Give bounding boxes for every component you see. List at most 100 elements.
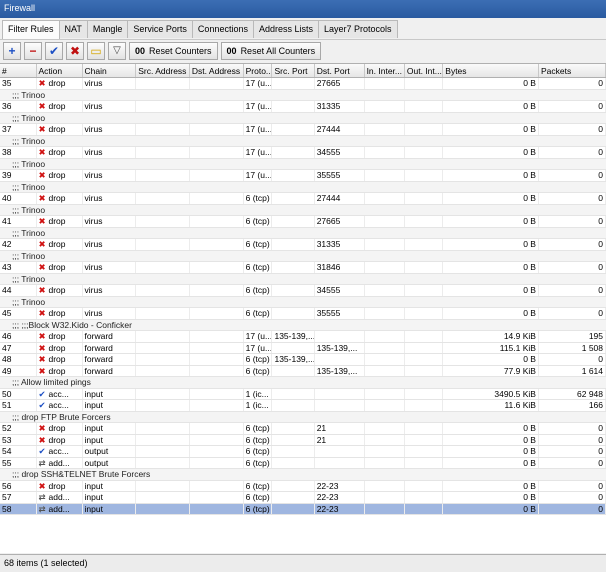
comment-row[interactable]: ;;; Trinoo (0, 227, 606, 239)
table-row[interactable]: 45 ✖ drop virus 6 (tcp) 35555 0 B0 (0, 308, 606, 320)
comment-row[interactable]: ;;; Trinoo (0, 89, 606, 101)
cell-out (405, 170, 444, 181)
cell-dst (190, 365, 244, 376)
table-row[interactable]: 43 ✖ drop virus 6 (tcp) 31846 0 B0 (0, 262, 606, 274)
column-header[interactable]: Packets (539, 64, 606, 77)
counter-icon: 00 (135, 45, 146, 56)
column-header[interactable]: Src. Address (136, 64, 190, 77)
table-row[interactable]: 50 ✔ acc... input 1 (ic... 3490.5 KiB 62 948 (0, 388, 606, 400)
comment-row[interactable]: ;;; Trinoo (0, 135, 606, 147)
action-label: acc... (48, 446, 69, 456)
column-header[interactable]: Action (37, 64, 83, 77)
comment-button[interactable]: ▭ (87, 41, 105, 60)
comment-row[interactable]: ;;; Allow limited pings (0, 377, 606, 389)
x-icon: ✖ (38, 239, 46, 249)
table-row[interactable]: 49 ✖ drop forward 6 (tcp) 135-139,... 77.9 KiB… (0, 365, 606, 377)
tab-nat[interactable]: NAT (58, 20, 88, 38)
cell-in (365, 170, 405, 181)
cell-src (136, 308, 190, 319)
cell-chain: input (83, 434, 137, 445)
cell-sport (272, 480, 315, 491)
cell-chain: virus (83, 308, 137, 319)
cell-in (365, 388, 405, 399)
cell-in (365, 457, 405, 468)
table-row[interactable]: 47 ✖ drop forward 17 (u... 135-139,... 115.1 K… (0, 342, 606, 354)
column-header[interactable]: Proto... (244, 64, 273, 77)
reset-counters-button[interactable]: 00 Reset Counters (129, 41, 218, 60)
rules-table[interactable]: # Action Chain Src. Address Dst. Address Prot… (0, 63, 606, 553)
cell-dst (190, 423, 244, 434)
tab-filter-rules[interactable]: Filter Rules (2, 20, 60, 39)
rule-comment: ;;; Trinoo (12, 135, 46, 146)
cell-bytes: 0 B (443, 446, 539, 457)
table-row[interactable]: 40 ✖ drop virus 6 (tcp) 27444 0 B0 (0, 193, 606, 205)
remove-button[interactable]: − (24, 41, 42, 60)
cell-chain: input (83, 503, 137, 514)
tab-service-ports[interactable]: Service Ports (127, 20, 193, 38)
table-row[interactable]: 57 ⇄ add... input 6 (tcp) 22-23 0 B0 (0, 492, 606, 504)
filter-button[interactable]: ▽ (108, 41, 126, 60)
tab-connections[interactable]: Connections (191, 20, 254, 38)
table-row[interactable]: 38 ✖ drop virus 17 (u... 34555 0 B0 (0, 147, 606, 159)
column-header[interactable]: Chain (83, 64, 137, 77)
table-row[interactable]: 52 ✖ drop input 6 (tcp) 21 0 B0 (0, 423, 606, 435)
comment-row[interactable]: ;;; Trinoo (0, 273, 606, 285)
cell-dport: 34555 (315, 147, 365, 158)
table-row[interactable]: 39 ✖ drop virus 17 (u... 35555 0 B0 (0, 170, 606, 182)
comment-row[interactable]: ;;; Trinoo (0, 204, 606, 216)
cell-packets: 0 (539, 480, 606, 491)
cell-dst (190, 239, 244, 250)
tab-layer7-protocols[interactable]: Layer7 Protocols (318, 20, 398, 38)
action-label: drop (48, 262, 66, 272)
cell-src (136, 170, 190, 181)
table-row[interactable]: 41 ✖ drop virus 6 (tcp) 27665 0 B0 (0, 216, 606, 228)
table-row[interactable]: 56 ✖ drop input 6 (tcp) 22-23 0 B0 (0, 480, 606, 492)
table-row[interactable]: 53 ✖ drop input 6 (tcp) 21 0 B0 (0, 434, 606, 446)
column-header[interactable]: Dst. Port (315, 64, 365, 77)
comment-row[interactable]: ;;; drop SSH&TELNET Brute Forcers (0, 469, 606, 481)
table-row[interactable]: 58 ⇄ add... input 6 (tcp) 22-23 0 B0 (0, 503, 606, 515)
table-body: 35 ✖ drop virus 17 (u... 27665 0 B 0;;; Trinoo 3… (0, 78, 606, 515)
table-row[interactable]: 44 ✖ drop virus 6 (tcp) 34555 0 B0 (0, 285, 606, 297)
cell-action: ✖ drop (37, 342, 83, 353)
tab-mangle[interactable]: Mangle (86, 20, 129, 38)
cell-n: 46 (0, 331, 37, 342)
table-row[interactable]: 51 ✔ acc... input 1 (ic... 11.6 KiB 166 (0, 400, 606, 412)
table-row[interactable]: 55 ⇄ add... output 6 (tcp) 0 B0 (0, 457, 606, 469)
add-button[interactable]: + (3, 41, 21, 60)
table-row[interactable]: 36 ✖ drop virus 17 (u... 31335 0 B0 (0, 101, 606, 113)
column-header[interactable]: Dst. Address (190, 64, 244, 77)
column-header[interactable]: Out. Int... (405, 64, 444, 77)
table-row[interactable]: 48 ✖ drop forward 6 (tcp) 135-139,... 0 B0 (0, 354, 606, 366)
table-row[interactable]: 37 ✖ drop virus 17 (u... 27444 0 B0 (0, 124, 606, 136)
table-row[interactable]: 46 ✖ drop forward 17 (u... 135-139,... 14.9 Ki… (0, 331, 606, 343)
comment-row[interactable]: ;;; Trinoo (0, 158, 606, 170)
cell-in (365, 101, 405, 112)
rule-comment: ;;; ;;;Block W32.Kido - Conficker (12, 319, 132, 330)
disable-button[interactable]: ✖ (66, 41, 84, 60)
cell-action: ✖ drop (37, 78, 83, 89)
comment-row[interactable]: ;;; ;;;Block W32.Kido - Conficker (0, 319, 606, 331)
table-row[interactable]: 35 ✖ drop virus 17 (u... 27665 0 B0 (0, 78, 606, 90)
comment-row[interactable]: ;;; Trinoo (0, 250, 606, 262)
column-header[interactable]: Bytes (443, 64, 539, 77)
reset-all-counters-button[interactable]: 00 Reset All Counters (220, 41, 322, 60)
table-row[interactable]: 54 ✔ acc... output 6 (tcp) 0 B0 (0, 446, 606, 458)
column-header[interactable]: In. Inter... (365, 64, 405, 77)
enable-button[interactable]: ✔ (45, 41, 63, 60)
comment-row[interactable]: ;;; drop FTP Brute Forcers (0, 411, 606, 423)
column-header[interactable]: # (0, 64, 37, 77)
table-row[interactable]: 42 ✖ drop virus 6 (tcp) 31335 0 B0 (0, 239, 606, 251)
cell-out (405, 239, 444, 250)
cell-chain: input (83, 480, 137, 491)
comment-row[interactable]: ;;; Trinoo (0, 181, 606, 193)
cell-sport (272, 457, 315, 468)
cell-chain: forward (83, 342, 137, 353)
cell-action: ⇄ add... (37, 503, 83, 514)
rule-comment: ;;; Trinoo (12, 227, 46, 238)
cell-in (365, 400, 405, 411)
comment-row[interactable]: ;;; Trinoo (0, 296, 606, 308)
comment-row[interactable]: ;;; Trinoo (0, 112, 606, 124)
column-header[interactable]: Src. Port (272, 64, 315, 77)
tab-address-lists[interactable]: Address Lists (252, 20, 319, 38)
